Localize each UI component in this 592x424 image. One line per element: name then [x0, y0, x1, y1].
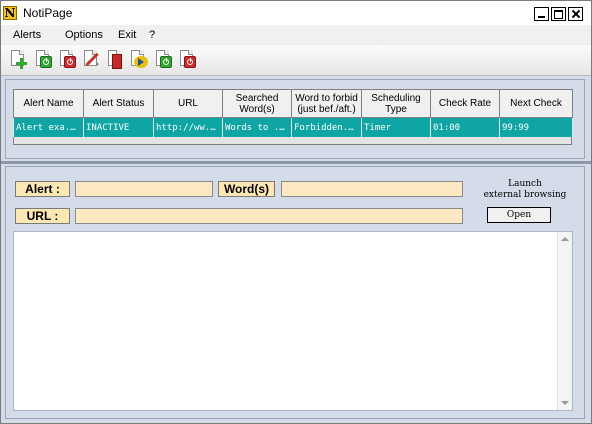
menu-help[interactable]: ? — [149, 29, 155, 41]
table-empty-area — [13, 137, 572, 145]
minimize-button[interactable] — [534, 7, 549, 21]
column-header-alert-name[interactable]: Alert Name — [13, 89, 84, 118]
menu-options[interactable]: Options — [65, 29, 103, 41]
cell-scheduling-type[interactable]: Timer — [361, 117, 431, 138]
launch-label-line1: Launch — [508, 179, 542, 189]
column-header-searched-words[interactable]: Searched Word(s) — [222, 89, 292, 118]
menu-alerts[interactable]: Alerts — [13, 29, 41, 41]
scroll-up-icon[interactable] — [561, 237, 569, 241]
column-header-scheduling-type[interactable]: Scheduling Type — [361, 89, 431, 118]
alert-label: Alert : — [15, 181, 70, 197]
menu-bar: Alerts Options Exit ? — [1, 25, 591, 45]
stop-icon[interactable] — [58, 50, 78, 70]
stop-all-icon[interactable] — [178, 50, 198, 70]
toolbar — [1, 45, 591, 76]
column-header-url[interactable]: URL — [153, 89, 223, 118]
cell-alert-name[interactable]: Alert exa... — [13, 117, 84, 138]
notipage-window: N NotiPage Alerts Options Exit ? Alert N… — [0, 0, 592, 424]
launch-label-line2: external browsing — [483, 190, 567, 200]
launch-external-browsing-label: Launch external browsing — [471, 179, 579, 201]
delete-icon[interactable] — [106, 50, 126, 70]
start-icon[interactable] — [34, 50, 54, 70]
alerts-table: Alert Name Alert Status URL Searched Wor… — [13, 89, 573, 138]
title-bar: N NotiPage — [1, 1, 591, 25]
start-all-icon[interactable] — [154, 50, 174, 70]
column-header-word-to-forbid[interactable]: Word to forbid (just bef./aft.) — [291, 89, 362, 118]
open-button[interactable]: Open — [487, 207, 551, 223]
scroll-down-icon[interactable] — [561, 401, 569, 405]
settings-tools-icon[interactable] — [82, 50, 102, 70]
table-header-row: Alert Name Alert Status URL Searched Wor… — [13, 89, 573, 118]
cell-check-rate[interactable]: 01:00 — [430, 117, 500, 138]
new-alert-icon[interactable] — [9, 50, 29, 70]
window-title: NotiPage — [23, 6, 73, 20]
alert-name-field[interactable] — [75, 181, 213, 197]
cell-next-check[interactable]: 99:99 — [499, 117, 573, 138]
cell-word-to-forbid[interactable]: Forbidden... — [291, 117, 362, 138]
cell-searched-words[interactable]: Words to ... — [222, 117, 292, 138]
forward-icon[interactable] — [129, 50, 149, 70]
cell-url[interactable]: http://ww... — [153, 117, 223, 138]
cell-alert-status[interactable]: INACTIVE — [83, 117, 154, 138]
column-header-check-rate[interactable]: Check Rate — [430, 89, 500, 118]
table-row[interactable]: Alert exa... INACTIVE http://ww... Words… — [13, 117, 573, 138]
column-header-alert-status[interactable]: Alert Status — [83, 89, 154, 118]
app-logo-icon: N — [3, 6, 17, 20]
close-button[interactable] — [568, 7, 583, 21]
menu-exit[interactable]: Exit — [118, 29, 136, 41]
page-content-area[interactable] — [13, 231, 573, 411]
url-field[interactable] — [75, 208, 463, 224]
column-header-next-check[interactable]: Next Check — [499, 89, 573, 118]
url-label: URL : — [15, 208, 70, 224]
words-label: Word(s) — [218, 181, 275, 197]
words-field[interactable] — [281, 181, 463, 197]
vertical-scrollbar[interactable] — [557, 232, 572, 410]
panel-splitter[interactable] — [1, 161, 591, 164]
maximize-button[interactable] — [551, 7, 566, 21]
